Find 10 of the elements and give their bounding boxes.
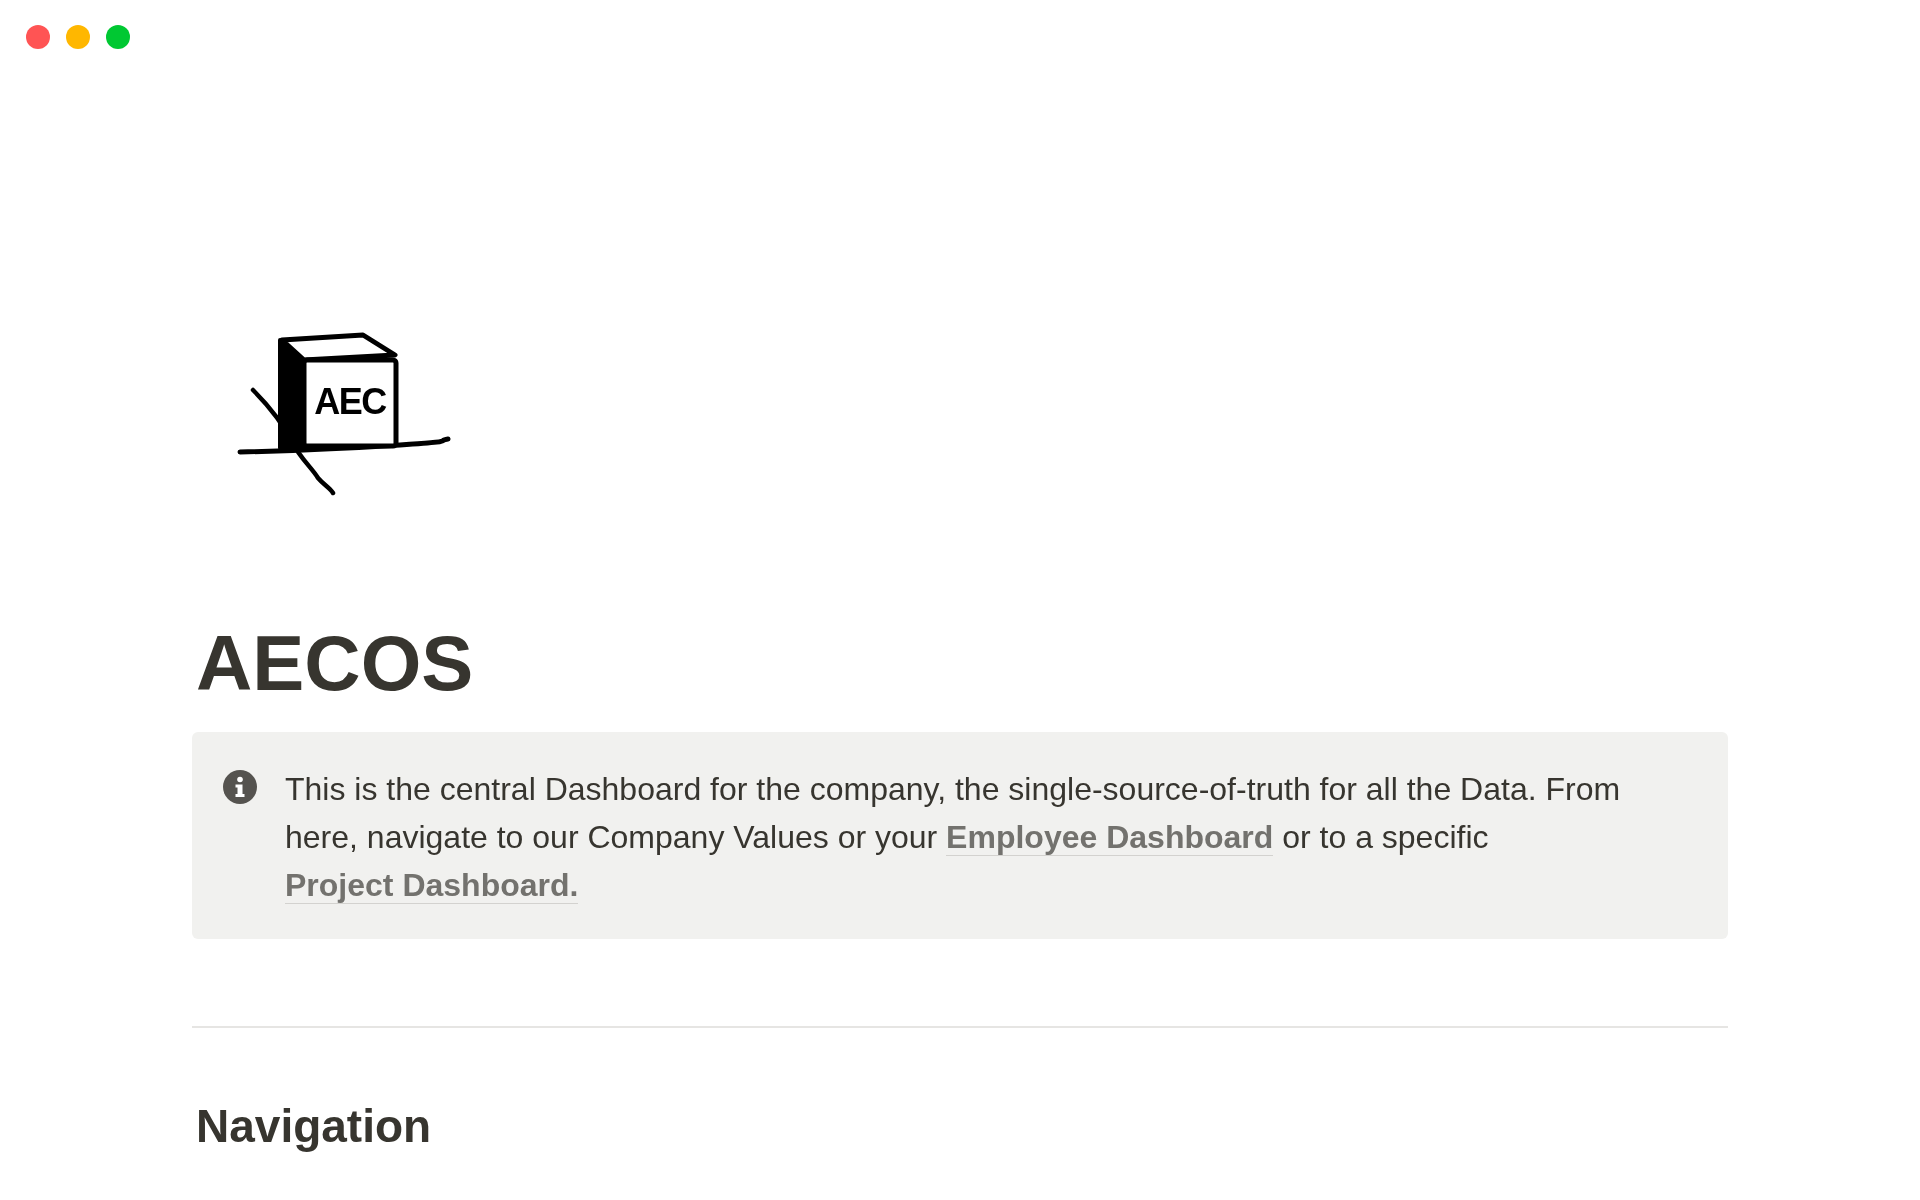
callout-text: This is the central Dashboard for the company, the single-source-of-truth for all the Data. From here, navigate to our Company Values or your Employee Dashboard or to a specific Project Dashboard. [285,770,1622,906]
info-icon [223,770,257,804]
page-link[interactable]: Project Dashboard. [285,867,579,904]
close-button[interactable] [26,25,50,49]
minimize-button[interactable] [66,25,90,49]
logo-text: AEC [314,381,386,422]
page-title: AECOS [195,618,475,709]
zoom-button[interactable] [106,25,130,49]
section-heading: Navigation [195,1099,433,1154]
page-link[interactable]: Employee Dashboard [946,819,1274,856]
